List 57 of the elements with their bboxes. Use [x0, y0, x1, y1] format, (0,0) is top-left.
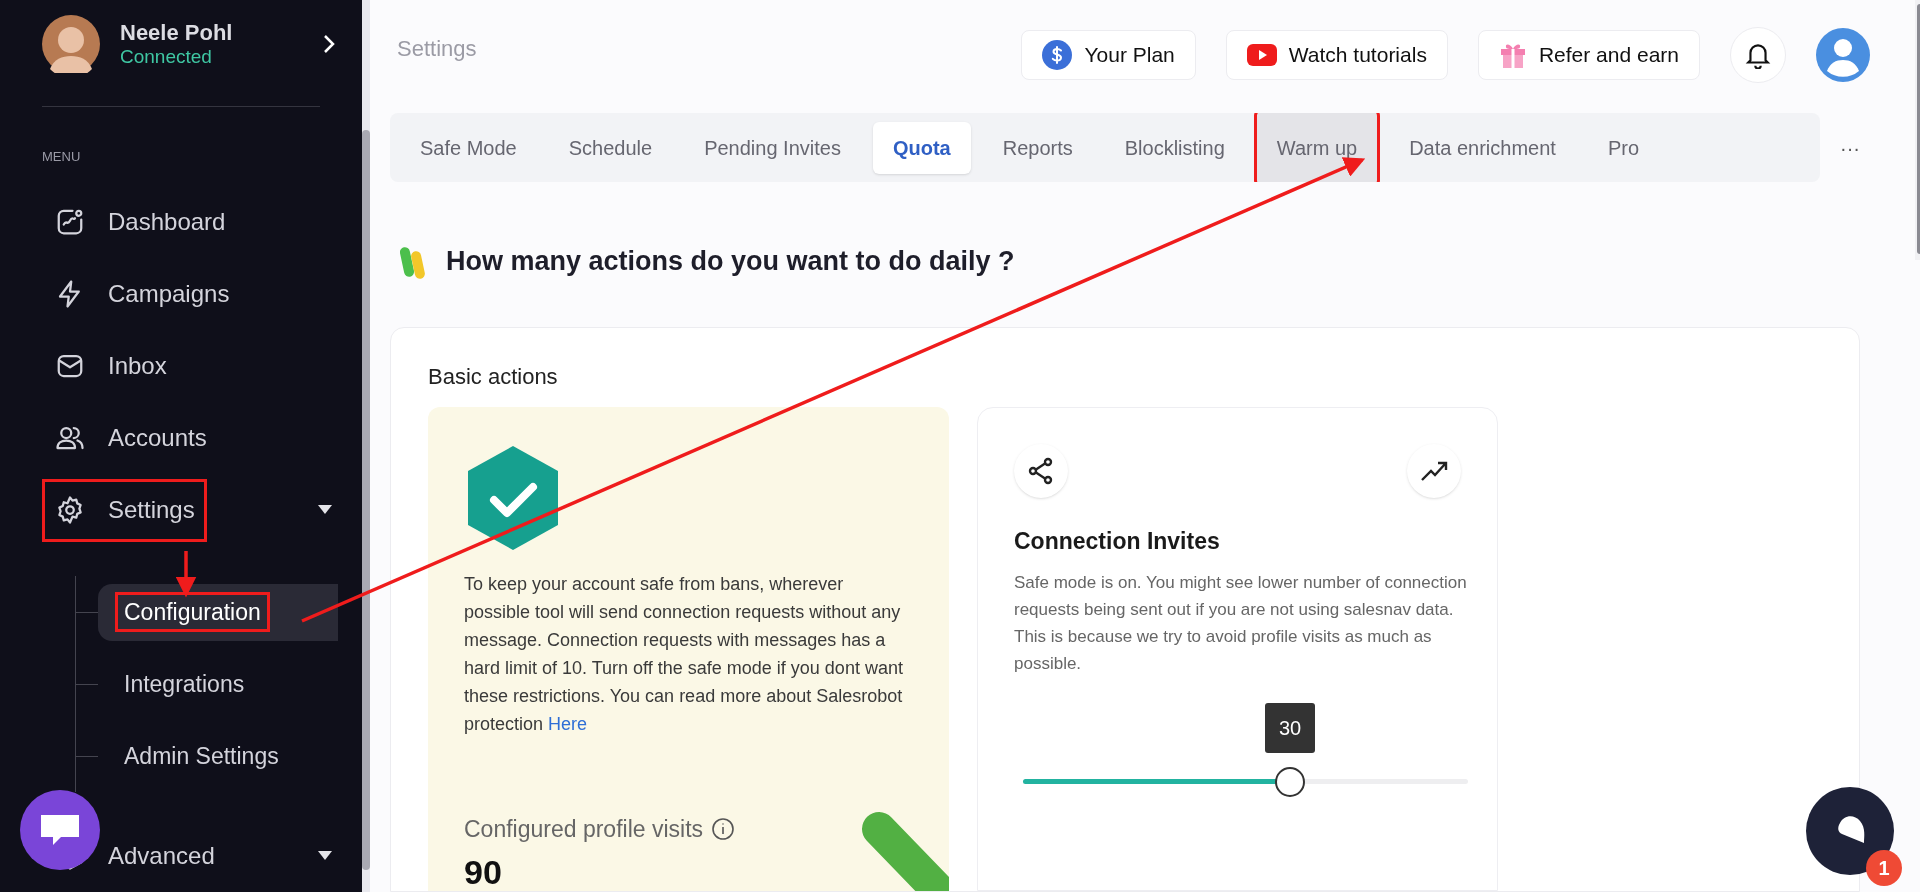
nav-item[interactable]: Inbox: [105, 346, 170, 386]
nav-item[interactable]: Settings: [105, 490, 198, 530]
tab[interactable]: Pro: [1587, 121, 1660, 174]
caret-icon: [318, 505, 332, 515]
settings-icon: [55, 495, 85, 525]
user-avatar-icon[interactable]: [1816, 28, 1870, 82]
avatar: [42, 14, 100, 73]
dollar-icon: [1042, 40, 1073, 70]
chart-icon: [55, 207, 85, 237]
subnav-item[interactable]: Configuration: [98, 583, 338, 641]
subnav-item[interactable]: Integrations: [98, 655, 265, 713]
tab[interactable]: Pending Invites: [684, 121, 861, 174]
chat-icon: [41, 813, 79, 847]
subnav-label: Admin Settings: [123, 741, 280, 771]
menu-label: MENU: [42, 147, 82, 166]
metric-value: 90: [464, 854, 503, 889]
annotation-arrow: [175, 551, 197, 598]
notification-button[interactable]: [1730, 27, 1786, 83]
header-button[interactable]: Your Plan: [1021, 30, 1196, 80]
caret-icon: [318, 851, 332, 861]
panel-title: Basic actions: [428, 363, 559, 391]
slider-thumb[interactable]: [1275, 766, 1305, 797]
profile-header[interactable]: Neele Pohl Connected: [0, 0, 362, 88]
subnav-label: Integrations: [123, 669, 246, 699]
tab[interactable]: Schedule: [548, 121, 673, 174]
scrollbar[interactable]: [362, 0, 370, 892]
user-name: Neele Pohl: [120, 19, 234, 46]
subnav-label: Configuration: [118, 594, 267, 630]
more-tabs-button[interactable]: ···: [1840, 132, 1860, 163]
nav-item[interactable]: Advanced: [105, 836, 218, 876]
tab[interactable]: Warm up: [1256, 113, 1378, 182]
metric-label: Configured profile visits: [464, 815, 704, 844]
safe-mode-description: To keep your account safe from bans, wherever possible tool will send connection requests without any message. Connection requests with messages has a hard limit of 10. Turn off the safe mode if you dont want these restrictions. You can read more about Salesrobot protection Here: [464, 573, 904, 736]
header-button[interactable]: Refer and earn: [1477, 30, 1700, 80]
page-title: Settings: [397, 35, 477, 63]
nav-item[interactable]: Campaigns: [105, 274, 233, 314]
subnav-item[interactable]: Admin Settings: [98, 727, 299, 785]
tab[interactable]: Data enrichment: [1389, 121, 1576, 174]
user-status: Connected: [120, 45, 213, 68]
slider-tooltip: 30: [1265, 702, 1315, 753]
trend-up-icon: [1420, 460, 1448, 482]
card-description: Safe mode is on. You might see lower number of connection requests being sent out if you are not using salesnav data. This is because we try to avoid profile visits as much as possible.: [1014, 571, 1468, 675]
tab[interactable]: Quota: [872, 121, 971, 174]
section-heading: How many actions do you want to do daily ?: [446, 244, 1015, 278]
video-icon: [1246, 44, 1277, 66]
share-icon: [1028, 457, 1054, 485]
here-link[interactable]: Here: [548, 714, 588, 734]
notification-badge: 1: [1866, 850, 1902, 886]
tab[interactable]: Reports: [982, 121, 1093, 174]
chevron-right-icon: [322, 33, 336, 54]
tab[interactable]: Blocklisting: [1104, 121, 1245, 174]
card-title: Connection Invites: [1014, 527, 1221, 556]
nav-item[interactable]: Accounts: [105, 418, 210, 458]
tab[interactable]: Safe Mode: [400, 121, 537, 174]
header-button[interactable]: Watch tutorials: [1225, 30, 1448, 80]
info-icon: [711, 817, 736, 842]
nav-item[interactable]: Dashboard: [105, 202, 229, 242]
